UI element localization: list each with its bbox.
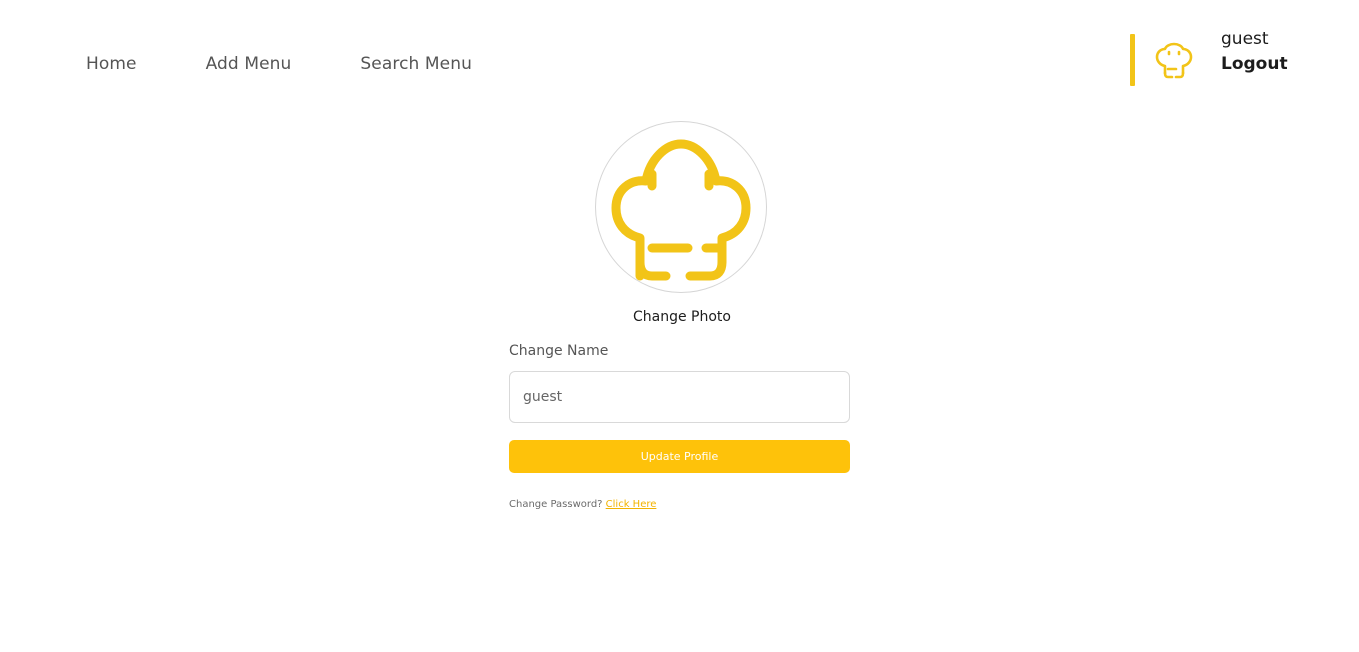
profile-photo[interactable] bbox=[595, 121, 767, 293]
update-profile-button[interactable]: Update Profile bbox=[509, 440, 850, 473]
nav-links: Home Add Menu Search Menu bbox=[86, 52, 541, 76]
change-photo-link[interactable]: Change Photo bbox=[509, 307, 855, 327]
name-input[interactable] bbox=[509, 371, 850, 423]
nav-link-add-menu[interactable]: Add Menu bbox=[206, 52, 292, 76]
user-area: guest Logout bbox=[1130, 29, 1330, 86]
nav-link-home[interactable]: Home bbox=[86, 52, 137, 76]
change-name-label: Change Name bbox=[509, 343, 609, 359]
chef-hat-icon bbox=[611, 139, 751, 281]
nav-link-search-menu[interactable]: Search Menu bbox=[360, 52, 472, 76]
change-password-row: Change Password? Click Here bbox=[509, 498, 656, 512]
change-password-prompt: Change Password? bbox=[509, 499, 603, 510]
logout-link[interactable]: Logout bbox=[1221, 52, 1288, 76]
change-password-link[interactable]: Click Here bbox=[606, 499, 657, 510]
user-name: guest bbox=[1221, 29, 1269, 49]
user-divider-bar bbox=[1130, 34, 1135, 86]
top-navbar: Home Add Menu Search Menu guest Logout bbox=[0, 0, 1359, 110]
chef-hat-icon[interactable] bbox=[1154, 42, 1194, 80]
